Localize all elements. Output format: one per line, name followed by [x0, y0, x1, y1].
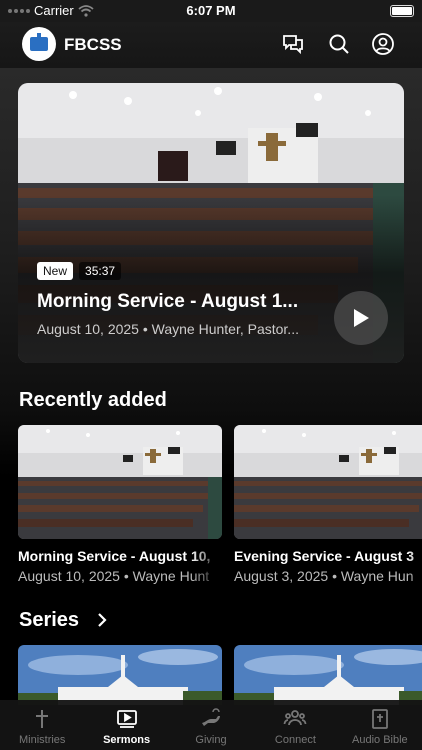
video-library-icon: [116, 710, 137, 728]
sermon-meta: August 3, 2025 • Wayne Hun: [234, 568, 414, 584]
account-icon[interactable]: [371, 32, 395, 56]
featured-sermon-card[interactable]: New 35:37 Morning Service - August 1... …: [18, 83, 404, 363]
giving-hand-icon: [202, 708, 221, 726]
tab-label: Audio Bible: [352, 734, 408, 746]
tab-bar: Ministries Sermons Giving Connect Audio …: [0, 700, 422, 750]
tab-audio-bible[interactable]: Audio Bible: [338, 700, 422, 750]
tab-connect[interactable]: Connect: [253, 700, 337, 750]
chat-bubbles-icon[interactable]: [281, 32, 305, 56]
cross-icon: [36, 710, 49, 728]
status-bar: Carrier 6:07 PM: [0, 0, 422, 22]
tab-label: Ministries: [18, 734, 66, 746]
duration-badge: 35:37: [79, 262, 122, 280]
tab-label: Sermons: [103, 734, 151, 746]
recently-added-heading: Recently added: [19, 389, 167, 411]
tab-sermons[interactable]: Sermons: [84, 700, 168, 750]
tab-ministries[interactable]: Ministries: [0, 700, 84, 750]
series-card[interactable]: [18, 645, 222, 705]
series-heading[interactable]: Series: [19, 609, 79, 632]
brand-title: FBCSS: [64, 35, 122, 54]
sermon-thumbnail: [234, 425, 422, 539]
hero-subtitle: August 10, 2025 • Wayne Hunter, Pastor..…: [37, 321, 299, 337]
sermon-card[interactable]: Evening Service - August 3 August 3, 202…: [234, 425, 422, 584]
sermon-title: Morning Service - August 10,: [18, 548, 211, 564]
bible-icon: [371, 709, 388, 729]
search-icon[interactable]: [327, 32, 351, 56]
chevron-right-icon[interactable]: [95, 611, 109, 629]
new-badge: New: [37, 262, 74, 280]
tab-label: Giving: [195, 734, 227, 746]
hero-title: Morning Service - August 1...: [37, 291, 299, 312]
group-icon: [284, 710, 307, 726]
clock: 6:07 PM: [186, 3, 236, 18]
sermon-meta: August 10, 2025 • Wayne Hunt: [18, 568, 210, 584]
sermon-thumbnail: [18, 425, 222, 539]
series-thumbnail: [18, 645, 222, 705]
app-header: FBCSS: [0, 22, 422, 68]
sermon-card[interactable]: Morning Service - August 10, August 10, …: [18, 425, 222, 584]
sermon-title: Evening Service - August 3: [234, 548, 414, 564]
series-card[interactable]: [234, 645, 422, 705]
tab-giving[interactable]: Giving: [169, 700, 253, 750]
play-button[interactable]: [334, 291, 388, 345]
series-thumbnail: [234, 645, 422, 705]
battery-icon: [390, 5, 414, 17]
hero-badges: New 35:37: [37, 262, 122, 280]
play-icon: [354, 309, 369, 327]
tab-label: Connect: [274, 734, 316, 746]
church-logo[interactable]: [22, 27, 56, 61]
